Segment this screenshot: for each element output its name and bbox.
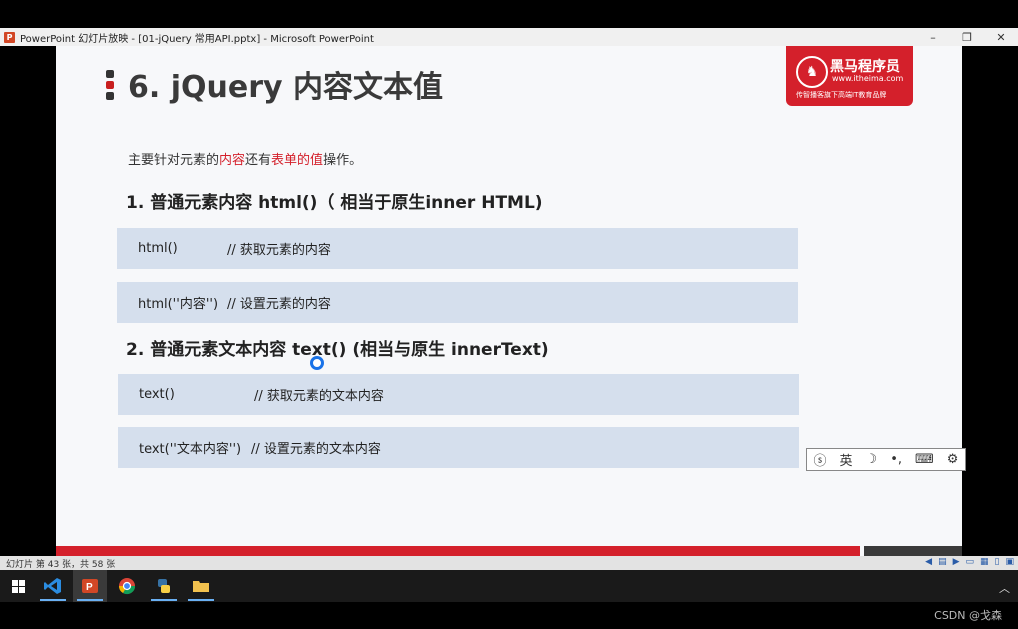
itheima-logo: ♞ 黑马程序员 www.itheima.com 传智播客旗下高端IT教育品牌 bbox=[786, 46, 913, 106]
vscode-icon[interactable] bbox=[36, 570, 70, 602]
normal-view-icon[interactable]: ▭ bbox=[966, 557, 975, 567]
logo-url: www.itheima.com bbox=[832, 74, 904, 83]
slideshow-icon[interactable]: ▣ bbox=[1005, 557, 1014, 567]
windows-start-icon[interactable] bbox=[0, 570, 36, 602]
bottom-black-bar bbox=[0, 602, 1018, 629]
restore-button[interactable]: ❐ bbox=[950, 28, 984, 46]
intro-text: 主要针对元素的内容还有表单的值操作。 bbox=[128, 149, 362, 168]
status-icons: ◀ ▤ ▶ ▭ ▦ ▯ ▣ bbox=[925, 557, 1014, 567]
intro-part3: 操作。 bbox=[323, 153, 363, 168]
csdn-watermark: CSDN @戈森 bbox=[934, 609, 1002, 622]
slide-footer-gray-bar bbox=[864, 546, 962, 556]
intro-highlight-form-value: 表单的值 bbox=[271, 153, 324, 168]
intro-part2: 还有 bbox=[245, 153, 272, 168]
title-bar: P PowerPoint 幻灯片放映 - [01-jQuery 常用API.pp… bbox=[0, 28, 1018, 46]
slide-canvas[interactable]: 6. jQuery 内容文本值 ♞ 黑马程序员 www.itheima.com … bbox=[56, 46, 962, 556]
right-letterbox bbox=[962, 46, 1018, 556]
tray-chevron-up-icon[interactable]: ︿ bbox=[999, 580, 1010, 596]
top-black-bar bbox=[0, 0, 1018, 28]
section-heading-text: 2. 普通元素文本内容 text() (相当与原生 innerText) bbox=[126, 340, 549, 360]
section-heading-html: 1. 普通元素内容 html()（ 相当于原生inner HTML) bbox=[126, 193, 543, 213]
slide-sorter-icon[interactable]: ▦ bbox=[980, 557, 989, 567]
code-snippet: html() bbox=[138, 241, 178, 256]
ime-toolbar[interactable]: ⓢ 英 ☽ •, ⌨ ⚙ bbox=[806, 448, 966, 471]
code-snippet: html(''内容'') bbox=[138, 297, 219, 312]
close-button[interactable]: ✕ bbox=[984, 28, 1018, 46]
powerpoint-app-icon[interactable]: P bbox=[4, 31, 15, 43]
logo-tagline: 传智播客旗下高端IT教育品牌 bbox=[796, 91, 887, 99]
slide-footer-red-bar bbox=[56, 546, 860, 556]
menu-icon[interactable]: ▤ bbox=[938, 557, 947, 567]
slide-title: 6. jQuery 内容文本值 bbox=[128, 70, 443, 105]
prev-slide-icon[interactable]: ◀ bbox=[925, 557, 932, 567]
code-snippet: text() bbox=[139, 387, 175, 402]
pointer-cursor-icon bbox=[310, 356, 324, 370]
code-box-text-set: text(''文本内容'') // 设置元素的文本内容 bbox=[118, 427, 799, 468]
punctuation-icon[interactable]: •, bbox=[890, 452, 902, 467]
code-comment: // 设置元素的内容 bbox=[227, 297, 331, 312]
keyboard-icon[interactable]: ⌨ bbox=[915, 452, 934, 467]
window-title: PowerPoint 幻灯片放映 - [01-jQuery 常用API.pptx… bbox=[20, 33, 374, 45]
left-letterbox bbox=[0, 46, 56, 556]
ime-language-toggle[interactable]: 英 bbox=[840, 450, 853, 469]
moon-icon[interactable]: ☽ bbox=[866, 452, 878, 467]
logo-name: 黑马程序员 bbox=[830, 59, 900, 75]
python-icon[interactable] bbox=[147, 570, 181, 602]
svg-text:P: P bbox=[86, 582, 93, 593]
code-box-html-set: html(''内容'') // 设置元素的内容 bbox=[117, 282, 798, 323]
next-slide-icon[interactable]: ▶ bbox=[953, 557, 960, 567]
minimize-button[interactable]: – bbox=[916, 28, 950, 46]
code-box-text-get: text() // 获取元素的文本内容 bbox=[118, 374, 799, 415]
horse-logo-icon: ♞ bbox=[796, 56, 828, 88]
reading-view-icon[interactable]: ▯ bbox=[995, 557, 1000, 567]
gear-icon[interactable]: ⚙ bbox=[947, 452, 959, 467]
code-comment: // 获取元素的文本内容 bbox=[254, 389, 384, 404]
code-snippet: text(''文本内容'') bbox=[139, 442, 242, 457]
code-comment: // 获取元素的内容 bbox=[227, 243, 331, 258]
chrome-icon[interactable] bbox=[110, 570, 144, 602]
code-comment: // 设置元素的文本内容 bbox=[251, 442, 381, 457]
intro-part1: 主要针对元素的 bbox=[128, 153, 220, 168]
ime-logo-icon[interactable]: ⓢ bbox=[814, 450, 827, 469]
folder-icon[interactable] bbox=[184, 570, 218, 602]
status-bar: 幻灯片 第 43 张，共 58 张 ◀ ▤ ▶ ▭ ▦ ▯ ▣ bbox=[0, 556, 1018, 570]
slide-count: 幻灯片 第 43 张，共 58 张 bbox=[6, 559, 116, 570]
taskbar: P bbox=[0, 570, 1018, 602]
code-box-html-get: html() // 获取元素的内容 bbox=[117, 228, 798, 269]
intro-highlight-content: 内容 bbox=[219, 153, 246, 168]
title-bullet-icon bbox=[106, 70, 114, 103]
powerpoint-icon[interactable]: P bbox=[73, 570, 107, 602]
